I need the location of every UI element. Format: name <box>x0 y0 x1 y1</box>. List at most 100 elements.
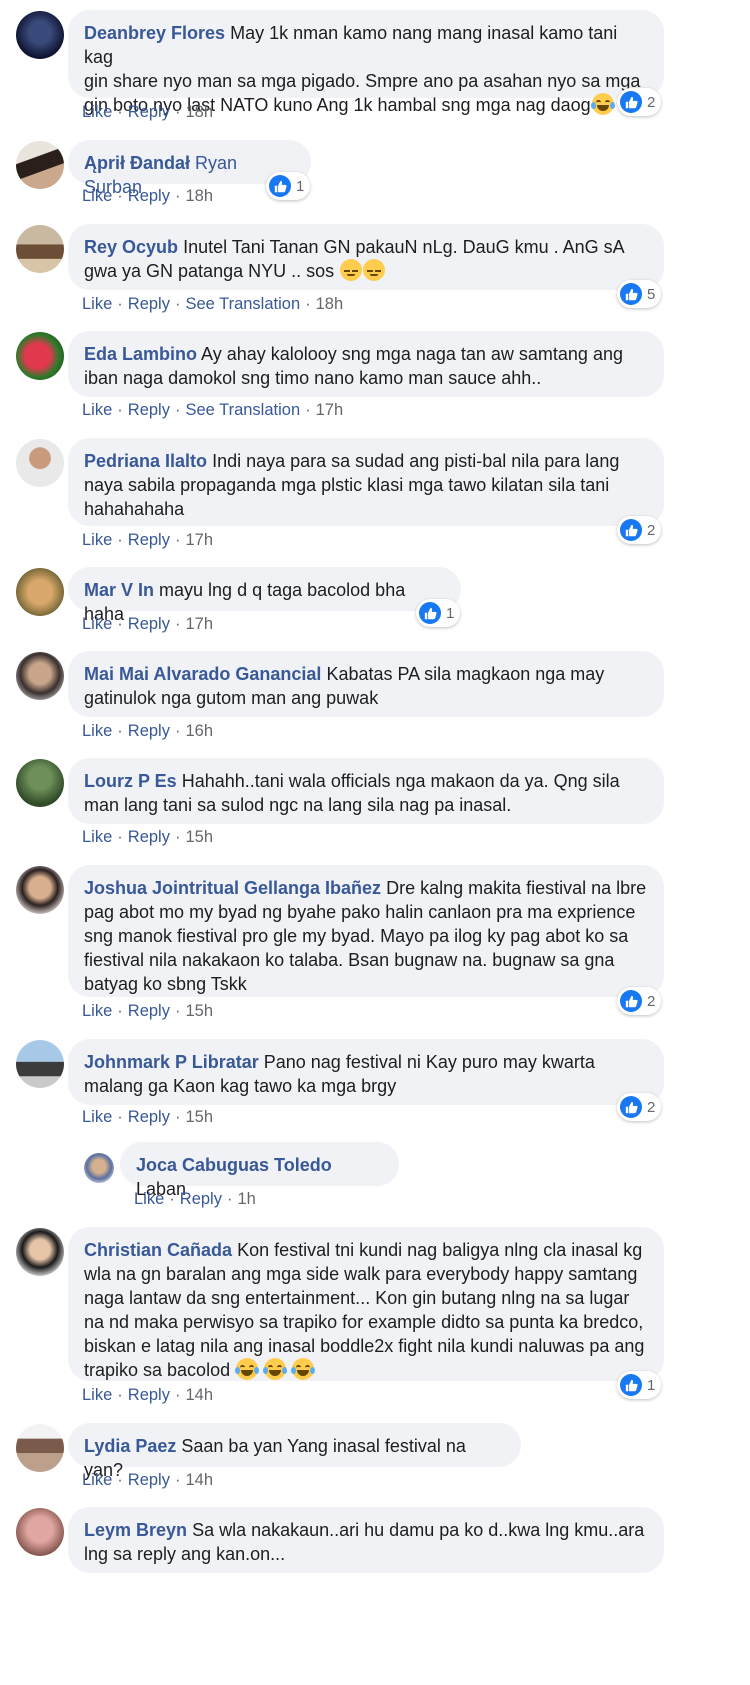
comment-actions: Like · Reply · 16h <box>82 722 213 740</box>
avatar[interactable] <box>16 1040 64 1088</box>
comment-bubble: Mar V In mayu lng d q taga bacolod bha h… <box>68 567 461 624</box>
comment-actions: Like · Reply · 15h <box>82 1002 213 1020</box>
comment-actions: Like · Reply · 14h <box>82 1386 213 1404</box>
timestamp[interactable]: 1h <box>237 1190 255 1208</box>
like-link[interactable]: Like <box>82 401 112 419</box>
comment-author[interactable]: Joshua Jointritual Gellanga Ibañez <box>84 878 381 898</box>
comment-author[interactable]: Mai Mai Alvarado Ganancial <box>84 664 321 684</box>
timestamp[interactable]: 15h <box>185 1002 213 1020</box>
comment-bubble: Eda Lambino Ay ahay kalolooy sng mga nag… <box>68 331 664 397</box>
tears-of-joy-emoji-icon <box>263 1358 288 1380</box>
like-link[interactable]: Like <box>82 828 112 846</box>
like-reaction-icon <box>620 1096 642 1118</box>
avatar[interactable] <box>16 332 64 380</box>
reaction-count[interactable]: 2 <box>617 88 662 116</box>
comment-author[interactable]: Lourz P Es <box>84 771 177 791</box>
comment-author[interactable]: Leym Breyn <box>84 1520 187 1540</box>
reaction-count[interactable]: 1 <box>266 172 311 200</box>
like-reaction-icon <box>419 602 441 624</box>
comment-bubble: Johnmark P Libratar Pano nag festival ni… <box>68 1039 664 1105</box>
comment-author[interactable]: Johnmark P Libratar <box>84 1052 259 1072</box>
timestamp[interactable]: 18h <box>185 187 213 205</box>
avatar[interactable] <box>16 439 64 487</box>
reply-link[interactable]: Reply <box>128 828 170 846</box>
reply-link[interactable]: Reply <box>128 1386 170 1404</box>
comment-actions: Like · Reply · 15h <box>82 1108 213 1126</box>
reply-link[interactable]: Reply <box>180 1190 222 1208</box>
avatar[interactable] <box>16 866 64 914</box>
reply-link[interactable]: Reply <box>128 531 170 549</box>
timestamp[interactable]: 14h <box>185 1471 213 1489</box>
timestamp[interactable]: 15h <box>185 1108 213 1126</box>
avatar[interactable] <box>16 141 64 189</box>
timestamp[interactable]: 17h <box>185 531 213 549</box>
comment-actions: Like · Reply · 18h <box>82 187 213 205</box>
comment-author[interactable]: Ąprił Đandał <box>84 153 190 173</box>
reaction-count[interactable]: 2 <box>617 987 662 1015</box>
timestamp[interactable]: 16h <box>185 722 213 740</box>
comment-author[interactable]: Deanbrey Flores <box>84 23 225 43</box>
like-reaction-icon <box>620 283 642 305</box>
avatar[interactable] <box>16 225 64 273</box>
reply-link[interactable]: Reply <box>128 615 170 633</box>
like-reaction-icon <box>620 91 642 113</box>
like-reaction-icon <box>620 519 642 541</box>
comment-bubble: Christian Cañada Kon festival tni kundi … <box>68 1227 664 1381</box>
like-link[interactable]: Like <box>82 1386 112 1404</box>
reaction-count[interactable]: 1 <box>617 1371 662 1399</box>
like-link[interactable]: Like <box>82 103 112 121</box>
reply-link[interactable]: Reply <box>128 187 170 205</box>
reply-link[interactable]: Reply <box>128 295 170 313</box>
avatar[interactable] <box>16 568 64 616</box>
avatar[interactable] <box>16 1508 64 1556</box>
comment-bubble: Leym Breyn Sa wla nakakaun..ari hu damu … <box>68 1507 664 1573</box>
timestamp[interactable]: 14h <box>185 1386 213 1404</box>
comment-author[interactable]: Mar V In <box>84 580 154 600</box>
timestamp[interactable]: 18h <box>185 103 213 121</box>
comment-author[interactable]: Pedriana Ilalto <box>84 451 207 471</box>
reply-link[interactable]: Reply <box>128 103 170 121</box>
timestamp[interactable]: 18h <box>316 295 344 313</box>
comment-bubble: Rey Ocyub Inutel Tani Tanan GN pakauN nL… <box>68 224 664 290</box>
avatar[interactable] <box>84 1153 114 1183</box>
reply-link[interactable]: Reply <box>128 401 170 419</box>
like-link[interactable]: Like <box>82 1471 112 1489</box>
timestamp[interactable]: 15h <box>185 828 213 846</box>
comment-actions: Like · Reply · 15h <box>82 828 213 846</box>
comment-author[interactable]: Rey Ocyub <box>84 237 178 257</box>
see-translation-link[interactable]: See Translation <box>185 295 300 313</box>
avatar[interactable] <box>16 1424 64 1472</box>
comment-actions: Like · Reply · 1h <box>134 1190 256 1208</box>
reply-link[interactable]: Reply <box>128 1108 170 1126</box>
reaction-count[interactable]: 2 <box>617 516 662 544</box>
timestamp[interactable]: 17h <box>185 615 213 633</box>
like-link[interactable]: Like <box>82 1108 112 1126</box>
comment-author[interactable]: Eda Lambino <box>84 344 197 364</box>
avatar[interactable] <box>16 1228 64 1276</box>
like-link[interactable]: Like <box>82 187 112 205</box>
avatar[interactable] <box>16 11 64 59</box>
timestamp[interactable]: 17h <box>316 401 344 419</box>
see-translation-link[interactable]: See Translation <box>185 401 300 419</box>
comment-bubble: Joshua Jointritual Gellanga Ibañez Dre k… <box>68 865 664 997</box>
reaction-count[interactable]: 1 <box>416 599 461 627</box>
like-link[interactable]: Like <box>82 722 112 740</box>
like-reaction-icon <box>620 1374 642 1396</box>
reply-link[interactable]: Reply <box>128 722 170 740</box>
like-link[interactable]: Like <box>82 1002 112 1020</box>
like-link[interactable]: Like <box>82 531 112 549</box>
comment-author[interactable]: Joca Cabuguas Toledo <box>136 1155 332 1175</box>
avatar[interactable] <box>16 652 64 700</box>
reply-link[interactable]: Reply <box>128 1002 170 1020</box>
like-link[interactable]: Like <box>134 1190 164 1208</box>
reaction-count[interactable]: 2 <box>617 1093 662 1121</box>
reaction-count[interactable]: 5 <box>617 280 662 308</box>
comment-actions: Like · Reply · 17h <box>82 615 213 633</box>
like-link[interactable]: Like <box>82 295 112 313</box>
comment-author[interactable]: Christian Cañada <box>84 1240 232 1260</box>
like-link[interactable]: Like <box>82 615 112 633</box>
avatar[interactable] <box>16 759 64 807</box>
comment-bubble: Lydia Paez Saan ba yan Yang inasal festi… <box>68 1423 521 1480</box>
comment-author[interactable]: Lydia Paez <box>84 1436 176 1456</box>
reply-link[interactable]: Reply <box>128 1471 170 1489</box>
